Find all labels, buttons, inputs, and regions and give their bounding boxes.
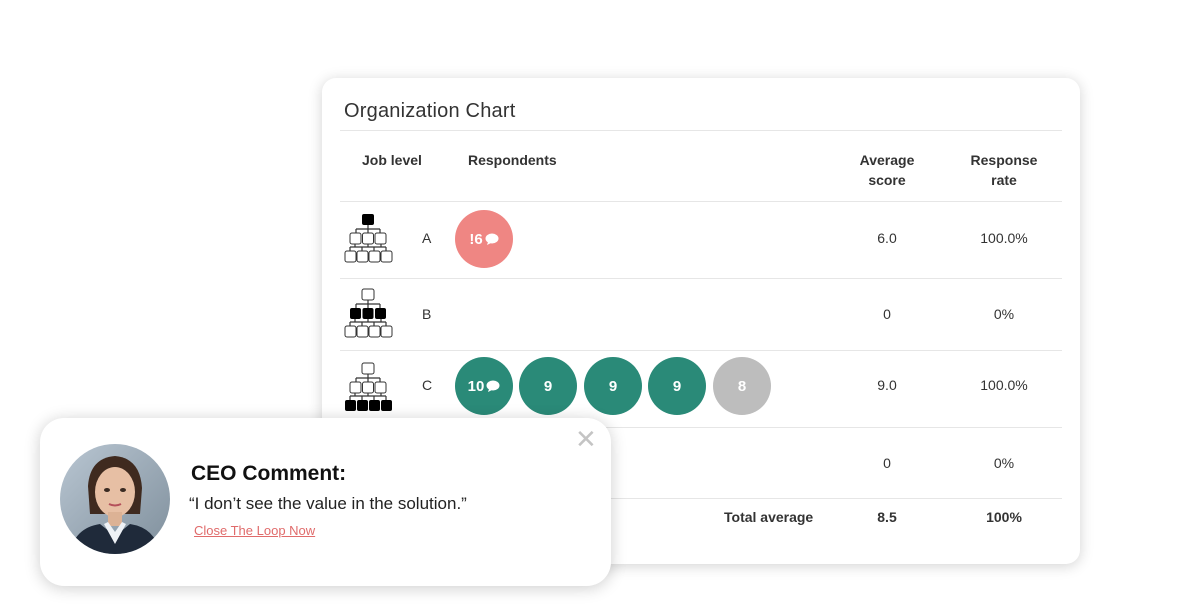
close-the-loop-link[interactable]: Close The Loop Now (194, 523, 315, 538)
table-row-c: C 10 9 9 9 8 9.0 100.0% (322, 351, 1080, 427)
respondent-bubble[interactable]: 8 (713, 357, 771, 415)
comment-icon (485, 233, 499, 245)
header-respondents: Respondents (468, 152, 557, 168)
total-average-value: 8.5 (877, 509, 897, 525)
ceo-comment-popup: CEO Comment: “I don’t see the value in t… (40, 418, 611, 586)
respondent-score: 10 (467, 377, 485, 395)
job-level-label: B (422, 306, 432, 322)
header-response-rate: Response rate (956, 150, 1052, 190)
respondent-bubble[interactable]: 9 (584, 357, 642, 415)
response-rate-value: 0% (993, 455, 1015, 471)
total-average-label: Total average (724, 509, 814, 525)
response-rate-value: 100.0% (980, 377, 1028, 393)
header-job-level: Job level (362, 152, 422, 168)
ceo-photo (60, 444, 170, 554)
respondent-bubble[interactable]: !6 (455, 210, 513, 268)
respondent-score: !6 (469, 230, 483, 248)
org-chart-middle-highlighted-icon (344, 288, 393, 338)
response-rate-value: 100.0% (980, 230, 1028, 246)
table-row-a: A !6 6.0 100.0% (322, 202, 1080, 278)
average-score-value: 0 (883, 455, 891, 471)
header-average-line2: score (868, 172, 906, 188)
respondent-bubble[interactable]: 9 (519, 357, 577, 415)
ceo-quote: “I don’t see the value in the solution.” (189, 494, 467, 513)
org-chart-bottom-highlighted-icon (345, 362, 392, 411)
average-score-value: 9.0 (877, 377, 897, 393)
job-level-label: A (422, 230, 432, 246)
respondent-bubble[interactable]: 9 (648, 357, 706, 415)
table-row-b: B 0 0% (322, 279, 1080, 351)
response-rate-value: 0% (993, 306, 1015, 322)
header-average-score: Average score (842, 150, 932, 190)
header-average-line1: Average (859, 152, 915, 168)
close-icon[interactable]: ✕ (575, 426, 597, 452)
average-score-value: 6.0 (877, 230, 897, 246)
total-rate-value: 100% (986, 509, 1022, 525)
popup-title: CEO Comment: (191, 462, 347, 485)
header-rate-line2: rate (991, 172, 1017, 188)
average-score-value: 0 (883, 306, 891, 322)
divider (340, 130, 1062, 131)
card-title: Organization Chart (344, 100, 516, 122)
job-level-label: C (422, 377, 433, 393)
org-chart-top-highlighted-icon (344, 214, 393, 263)
header-rate-line1: Response (970, 152, 1038, 168)
avatar (60, 444, 170, 554)
comment-icon (486, 380, 500, 392)
respondent-bubble[interactable]: 10 (455, 357, 513, 415)
